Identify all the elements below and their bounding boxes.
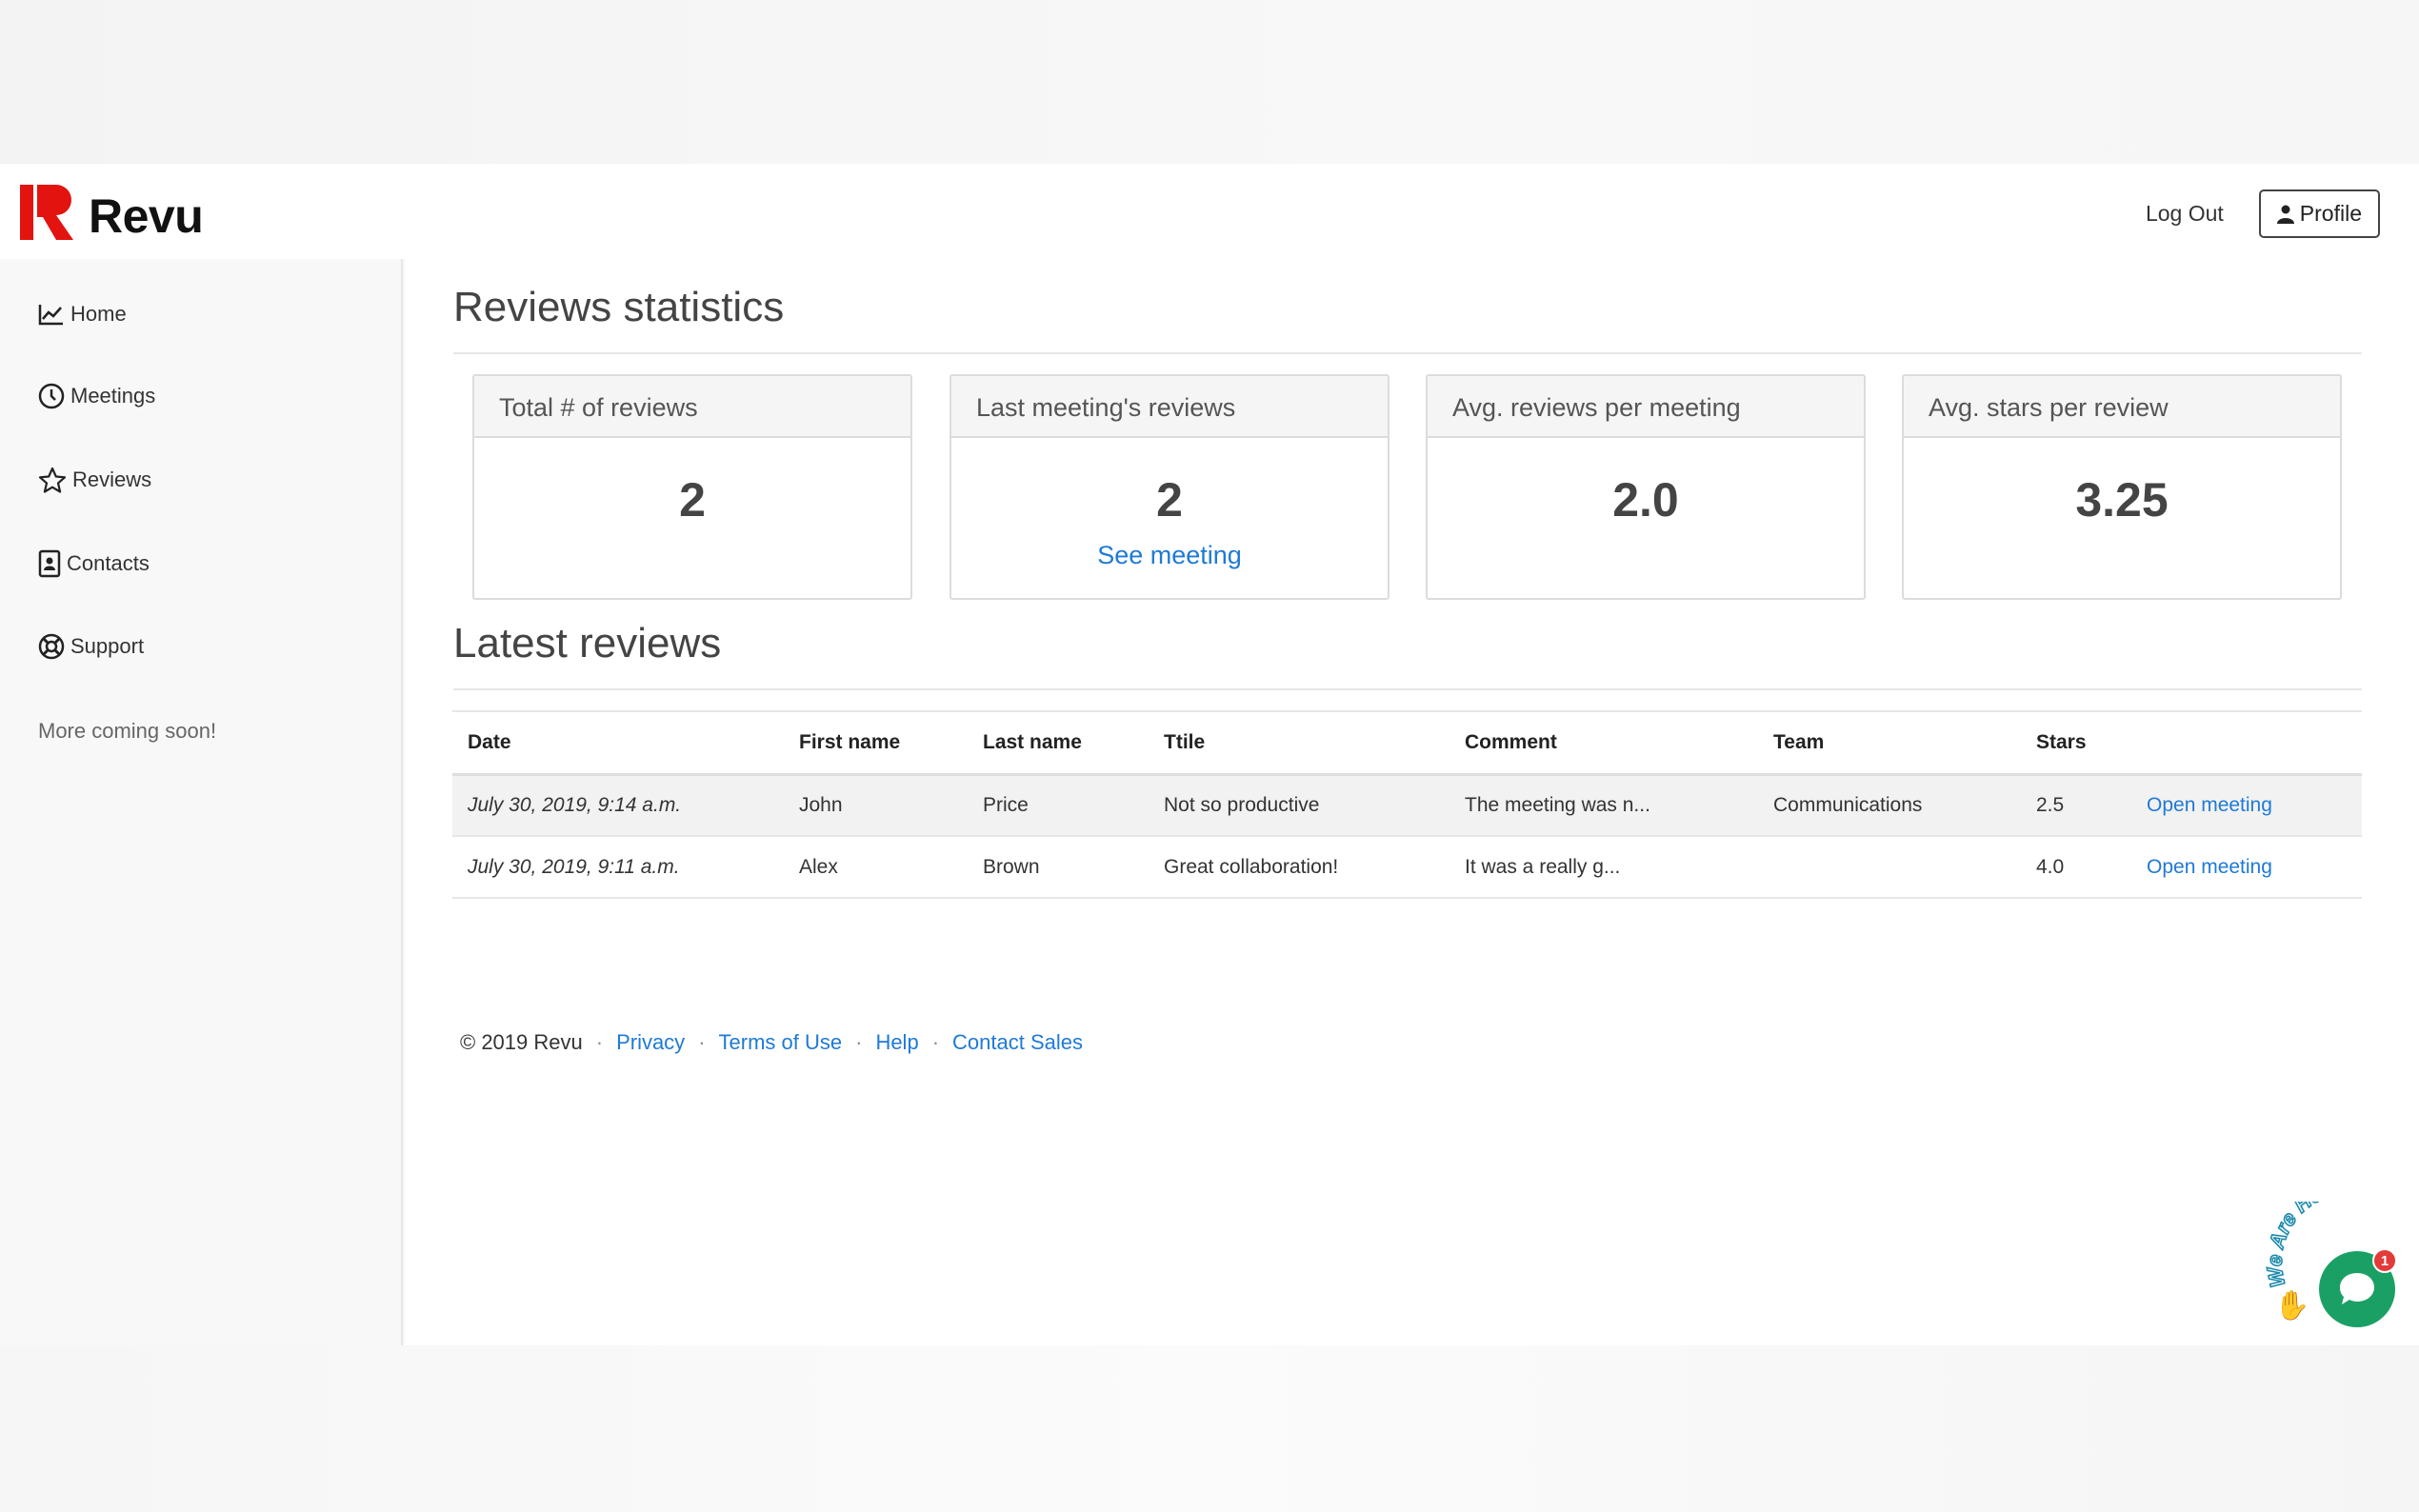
cell-title: Great collaboration!: [1149, 836, 1449, 899]
cell-action: Open meeting: [2131, 836, 2362, 899]
top-navbar: Revu Log Out Profile: [0, 164, 2419, 259]
cell-team: [1758, 836, 2021, 899]
separator: ·: [855, 1030, 863, 1054]
see-meeting-link[interactable]: See meeting: [951, 541, 1388, 570]
chat-widget[interactable]: We Are Here! ✋ 1: [2257, 1202, 2419, 1344]
stats-title: Reviews statistics: [453, 284, 785, 330]
chat-icon: [2340, 1273, 2374, 1304]
table-header-row: Date First name Last name Ttile Comment …: [452, 710, 2362, 776]
notification-badge: 1: [2372, 1248, 2397, 1273]
profile-button[interactable]: Profile: [2258, 189, 2380, 238]
clock-icon: [38, 383, 65, 409]
logout-link[interactable]: Log Out: [2146, 201, 2224, 227]
reviews-table: Date First name Last name Ttile Comment …: [452, 710, 2362, 899]
chart-line-icon: [38, 305, 63, 326]
separator: ·: [698, 1030, 706, 1054]
revu-logo-icon: [20, 185, 73, 240]
bottom-backdrop: [0, 1345, 2419, 1512]
table-row: July 30, 2019, 9:14 a.m. John Price Not …: [452, 774, 2362, 837]
cell-first-name: Alex: [784, 836, 968, 899]
column-header[interactable]: Comment: [1449, 710, 1758, 776]
sidebar-item-label: Support: [70, 634, 145, 658]
privacy-link[interactable]: Privacy: [616, 1030, 685, 1055]
profile-label: Profile: [2299, 201, 2362, 226]
cell-title: Not so productive: [1149, 774, 1449, 837]
sidebar-item-label: Meetings: [70, 384, 156, 408]
table-row: July 30, 2019, 9:11 a.m. Alex Brown Grea…: [452, 836, 2362, 899]
waving-hand-icon: ✋: [2274, 1290, 2310, 1322]
stat-card-label: Last meeting's reviews: [951, 376, 1388, 438]
column-header[interactable]: Stars: [2021, 710, 2131, 776]
open-meeting-link[interactable]: Open meeting: [2147, 794, 2272, 816]
terms-link[interactable]: Terms of Use: [719, 1030, 843, 1055]
stat-card-label: Total # of reviews: [474, 376, 910, 438]
cell-comment: The meeting was n...: [1449, 774, 1758, 837]
star-icon: [38, 467, 67, 493]
cell-last-name: Price: [968, 774, 1149, 837]
separator: ·: [595, 1030, 604, 1054]
column-header[interactable]: Ttile: [1149, 710, 1449, 776]
stat-card-last-meeting: Last meeting's reviews 2 See meeting: [950, 374, 1389, 600]
top-backdrop: [0, 0, 2419, 164]
sidebar: Home Meetings Reviews Contacts Support M…: [0, 259, 403, 1345]
cell-date: July 30, 2019, 9:11 a.m.: [452, 836, 784, 899]
stat-card-value: 3.25: [2075, 473, 2169, 527]
cell-first-name: John: [784, 774, 968, 837]
stat-card-value: 2: [679, 473, 706, 527]
sidebar-item-meetings[interactable]: Meetings: [38, 383, 155, 409]
cell-team: Communications: [1758, 774, 2021, 837]
stat-card-total: Total # of reviews 2: [472, 374, 912, 600]
separator: ·: [931, 1030, 940, 1054]
cell-comment: It was a really g...: [1449, 836, 1758, 899]
column-header: [2131, 710, 2362, 776]
life-ring-icon: [38, 633, 65, 660]
help-link[interactable]: Help: [875, 1030, 918, 1055]
cell-date: July 30, 2019, 9:14 a.m.: [452, 774, 784, 837]
contact-sales-link[interactable]: Contact Sales: [952, 1030, 1083, 1055]
latest-reviews-title: Latest reviews: [453, 620, 722, 666]
footer: © 2019 Revu · Privacy · Terms of Use · H…: [460, 1030, 1083, 1055]
copyright: © 2019 Revu: [460, 1030, 583, 1054]
column-header[interactable]: First name: [784, 710, 968, 776]
sidebar-item-reviews[interactable]: Reviews: [38, 467, 151, 493]
column-header[interactable]: Team: [1758, 710, 2021, 776]
contact-card-icon: [38, 549, 61, 578]
stat-card-avg-reviews: Avg. reviews per meeting 2.0: [1426, 374, 1866, 600]
stat-card-value: 2: [1156, 473, 1183, 527]
sidebar-item-label: Reviews: [72, 468, 152, 491]
sidebar-item-label: Home: [70, 302, 127, 326]
sidebar-item-support[interactable]: Support: [38, 633, 144, 660]
latest-divider: [453, 688, 2362, 690]
stat-card-label: Avg. stars per review: [1904, 376, 2340, 438]
column-header[interactable]: Last name: [968, 710, 1149, 776]
cell-last-name: Brown: [968, 836, 1149, 899]
stat-card-value: 2.0: [1612, 473, 1679, 527]
cell-action: Open meeting: [2131, 774, 2362, 837]
cell-stars: 2.5: [2021, 774, 2131, 837]
user-icon: [2276, 205, 2294, 224]
sidebar-note: More coming soon!: [38, 719, 217, 743]
stat-card-label: Avg. reviews per meeting: [1428, 376, 1864, 438]
brand-logo[interactable]: Revu: [20, 181, 204, 244]
stat-card-avg-stars: Avg. stars per review 3.25: [1902, 374, 2342, 600]
sidebar-item-home[interactable]: Home: [38, 302, 127, 327]
stats-divider: [453, 352, 2362, 354]
cell-stars: 4.0: [2021, 836, 2131, 899]
brand-name: Revu: [89, 189, 204, 243]
sidebar-item-label: Contacts: [67, 551, 150, 575]
sidebar-item-contacts[interactable]: Contacts: [38, 549, 150, 578]
open-meeting-link[interactable]: Open meeting: [2147, 856, 2272, 878]
column-header[interactable]: Date: [452, 710, 784, 776]
